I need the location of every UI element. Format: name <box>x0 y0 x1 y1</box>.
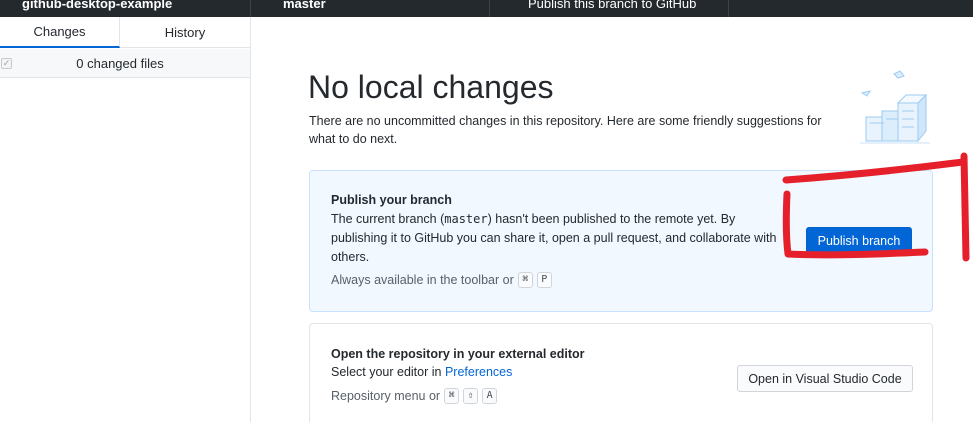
current-branch-button[interactable]: master <box>250 0 488 17</box>
changes-list-header: ✓ 0 changed files <box>0 49 250 78</box>
publish-card-description: The current branch (master) hasn't been … <box>331 210 791 267</box>
editor-card-hint-text: Repository menu or <box>331 389 441 403</box>
publish-branch-button[interactable]: Publish branch <box>806 227 912 254</box>
empty-state-illustration <box>856 67 936 147</box>
command-key-icon: ⌘ <box>517 272 533 288</box>
preferences-link[interactable]: Preferences <box>445 365 512 379</box>
tab-history[interactable]: History <box>120 17 250 48</box>
sidebar-tabs: Changes History <box>0 17 250 48</box>
page-subtitle: There are no uncommitted changes in this… <box>309 114 822 146</box>
editor-card-title: Open the repository in your external edi… <box>331 347 585 361</box>
publish-branch-card: Publish your branch The current branch (… <box>309 170 933 312</box>
tab-changes-label: Changes <box>33 24 86 39</box>
main-content: No local changes There are no uncommitte… <box>252 17 973 422</box>
publish-card-shortcut-hint: Always available in the toolbar or ⌘ P <box>331 272 552 288</box>
editor-card-shortcut-hint: Repository menu or ⌘ ⇧ A <box>331 388 498 404</box>
shift-key-icon: ⇧ <box>463 388 479 404</box>
command-key-icon: ⌘ <box>444 388 460 404</box>
publish-card-hint-text: Always available in the toolbar or <box>331 273 514 287</box>
editor-card-body-prefix: Select your editor in <box>331 365 442 379</box>
repository-name: github-desktop-example <box>22 0 173 11</box>
tab-history-label: History <box>164 25 206 40</box>
changed-files-count: 0 changed files <box>76 55 164 71</box>
publish-card-text-before: The current branch ( <box>331 212 445 226</box>
app-toolbar: github-desktop-example master Publish th… <box>0 0 973 17</box>
publish-repository-button[interactable]: Publish this branch to GitHub <box>489 0 729 17</box>
page-title: No local changes <box>308 69 554 105</box>
current-repository-button[interactable]: github-desktop-example <box>22 0 242 17</box>
open-editor-card: Open the repository in your external edi… <box>309 323 933 422</box>
publish-card-title: Publish your branch <box>331 193 452 207</box>
branch-name: master <box>283 0 326 11</box>
editor-card-description: Select your editor in Preferences <box>331 363 512 382</box>
sidebar: Changes History ✓ 0 changed files <box>0 17 251 422</box>
shortcut-key-p: P <box>536 272 552 288</box>
open-in-editor-button[interactable]: Open in Visual Studio Code <box>737 365 913 392</box>
tab-changes[interactable]: Changes <box>0 17 120 48</box>
publish-action-label: Publish this branch to GitHub <box>528 0 697 11</box>
shortcut-key-a: A <box>482 388 498 404</box>
publish-card-branch-name: master <box>444 212 488 226</box>
